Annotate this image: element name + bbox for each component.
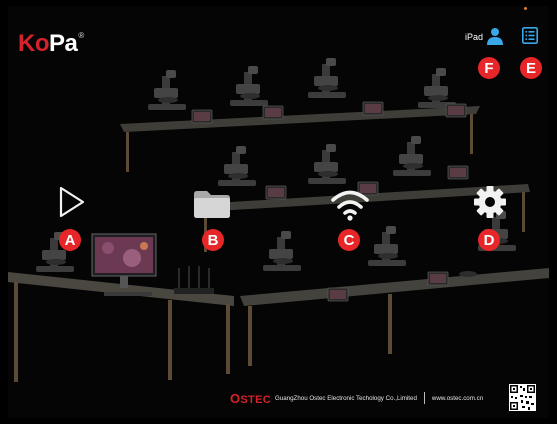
folder-button[interactable] [190, 186, 234, 222]
folder-icon [194, 191, 230, 218]
kopa-logo: KoPa® [18, 32, 84, 56]
logo-registered-mark: ® [78, 31, 84, 40]
badge-d: D [478, 229, 500, 251]
play-button[interactable] [52, 182, 92, 222]
footer-company-name: GuangZhou Ostec Electronic Techology Co.… [274, 394, 417, 402]
settings-button[interactable] [470, 182, 510, 222]
list-icon [522, 26, 538, 44]
footer-brand: OSTEC [230, 390, 271, 406]
device-name-label: iPad [465, 32, 484, 42]
logo-pa: Pa [49, 30, 78, 57]
notification-dot [524, 7, 527, 10]
qr-code-icon [509, 384, 536, 411]
badge-c: C [338, 229, 360, 251]
app-screen: KoPa® iPad F E A B C D OSTEC GuangZhou O… [8, 6, 549, 418]
logo-ko: Ko [18, 30, 50, 57]
user-button[interactable] [486, 27, 504, 45]
badge-a: A [59, 229, 81, 251]
play-icon [59, 186, 85, 218]
user-icon [487, 28, 503, 45]
badge-b: B [202, 229, 224, 251]
list-button[interactable] [520, 25, 540, 45]
gear-icon [474, 186, 506, 218]
wifi-icon [331, 190, 369, 221]
footer-separator [423, 392, 425, 404]
footer-bar: OSTEC GuangZhou Ostec Electronic Techolo… [230, 390, 483, 406]
badge-e: E [520, 57, 542, 79]
badge-f: F [478, 57, 500, 79]
wifi-button[interactable] [328, 186, 372, 224]
footer-website-link[interactable]: www.ostec.com.cn [432, 395, 483, 402]
